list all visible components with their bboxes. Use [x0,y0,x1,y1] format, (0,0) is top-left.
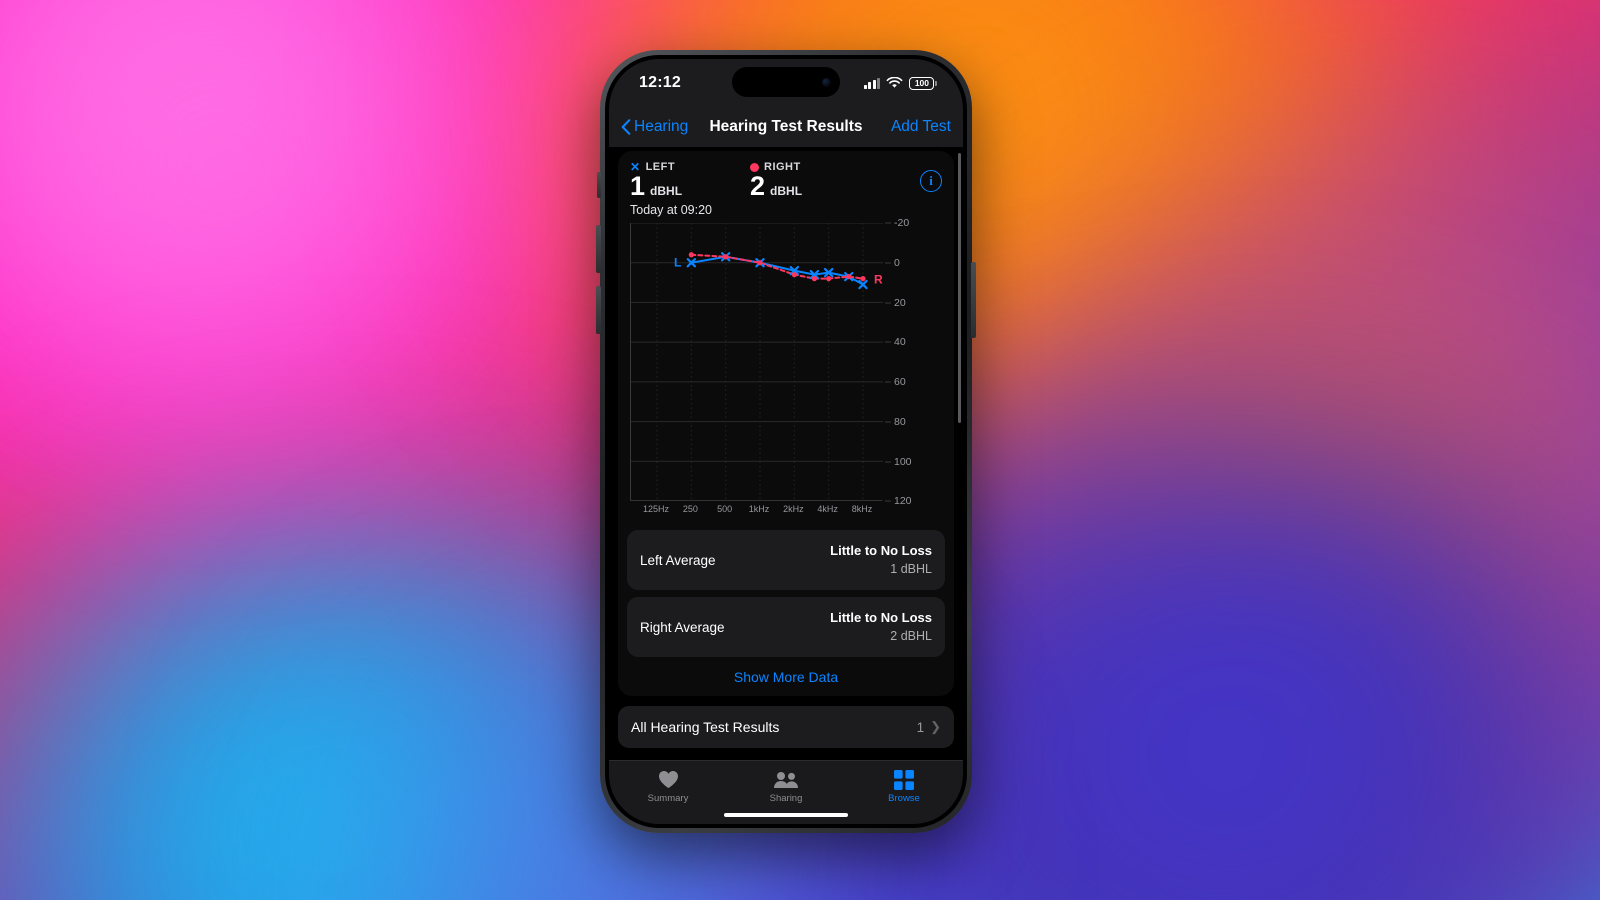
tab-summary-label: Summary [647,793,689,804]
right-average-row[interactable]: Right Average Little to No Loss 2 dBHL [627,597,945,658]
left-unit: dBHL [650,184,683,198]
x-tick-label: 8kHz [851,504,873,515]
y-tick-line [885,381,891,383]
x-tick-label: 1kHz [748,504,770,515]
y-tick-label: 80 [894,415,906,428]
mute-switch-button[interactable] [597,172,601,198]
timestamp-label: Today at 09:20 [630,203,713,218]
navigation-bar: Hearing Hearing Test Results Add Test [609,107,963,147]
audiogram-chart: LR -20 0 20 40 60 80 100 120 125Hz 250 500 1kHz 2kH… [630,217,942,523]
power-button[interactable] [971,262,976,338]
y-tick-line [885,302,891,304]
y-tick-label: 0 [894,257,900,270]
tab-browse-label: Browse [888,793,920,804]
svg-text:L: L [674,256,681,270]
left-average-row[interactable]: Left Average Little to No Loss 1 dBHL [627,530,945,591]
show-more-data-button[interactable]: Show More Data [627,657,945,697]
hearing-test-card: ✕ LEFT 1 dBHL RIGHT 2 dBHL i Today at 09… [618,151,954,697]
right-average-status: Little to No Loss [830,610,932,626]
right-value: 2 [750,171,766,201]
heart-icon [658,769,679,790]
status-time: 12:12 [639,74,681,91]
grid-squares-icon [894,769,914,790]
status-bar: 12:12 100 [609,59,963,107]
y-tick-line [885,461,891,463]
x-tick-label: 125Hz [642,504,670,515]
y-tick-line [885,262,891,264]
front-camera-icon [822,77,831,87]
volume-down-button[interactable] [596,286,601,334]
left-average-label: Left Average [640,552,716,568]
chart-y-axis: -20 0 20 40 60 80 100 120 [885,217,947,507]
y-tick-label: 40 [894,336,906,349]
right-average-value: 2 dBHL [890,629,932,644]
tab-summary[interactable]: Summary [609,769,727,804]
all-results-label: All Hearing Test Results [631,719,780,736]
status-indicators: 100 [863,76,937,90]
chart-svg: LR [631,223,883,502]
scrollbar-indicator[interactable] [957,153,961,423]
scroll-content[interactable]: ✕ LEFT 1 dBHL RIGHT 2 dBHL i Today at 09… [609,147,963,824]
battery-percent: 100 [909,76,935,90]
battery-icon: 100 [909,76,937,90]
tab-sharing[interactable]: Sharing [727,769,845,804]
left-average-status: Little to No Loss [830,543,932,559]
back-button[interactable]: Hearing [621,118,688,136]
left-value: 1 [630,171,646,201]
x-tick-label: 250 [682,504,698,515]
y-tick-label: -20 [894,217,910,230]
x-tick-label: 2kHz [783,504,804,515]
y-tick-line [885,341,891,343]
right-unit: dBHL [770,184,803,198]
volume-up-button[interactable] [596,225,601,273]
svg-text:R: R [874,273,883,287]
all-results-count: 1 [916,719,925,735]
right-average-label: Right Average [640,619,725,635]
back-label: Hearing [634,118,689,135]
y-tick-label: 20 [894,296,906,309]
info-circle-icon[interactable]: i [920,169,942,192]
y-tick-label: 120 [894,495,912,508]
y-tick-line [885,222,891,224]
left-summary: ✕ LEFT 1 dBHL [630,161,750,200]
right-summary: RIGHT 2 dBHL [750,161,802,200]
add-test-button[interactable]: Add Test [891,118,951,136]
y-tick-label: 60 [894,376,906,389]
left-average-value: 1 dBHL [890,562,932,577]
wifi-icon [887,77,903,88]
y-tick-label: 100 [894,455,912,468]
summary-legend-row: ✕ LEFT 1 dBHL RIGHT 2 dBHL i [630,161,942,200]
x-tick-label: 500 [717,504,733,515]
iphone-device-frame: 12:12 100 Hearing Hearing Test Results A… [596,50,976,833]
chevron-right-icon: ❯ [930,719,941,735]
dynamic-island [732,67,840,97]
cellular-bars-icon [863,77,881,89]
chart-plot-area: LR [630,223,883,502]
chevron-left-icon [621,119,631,135]
home-indicator[interactable] [724,812,848,817]
tab-sharing-label: Sharing [769,793,803,804]
phone-screen: 12:12 100 Hearing Hearing Test Results A… [609,59,963,824]
all-hearing-test-results-row[interactable]: All Hearing Test Results 1 ❯ [618,706,954,749]
y-tick-line [885,500,891,502]
tab-browse[interactable]: Browse [845,769,963,804]
x-tick-label: 4kHz [817,504,838,515]
y-tick-line [885,421,891,423]
people-icon [773,769,799,790]
